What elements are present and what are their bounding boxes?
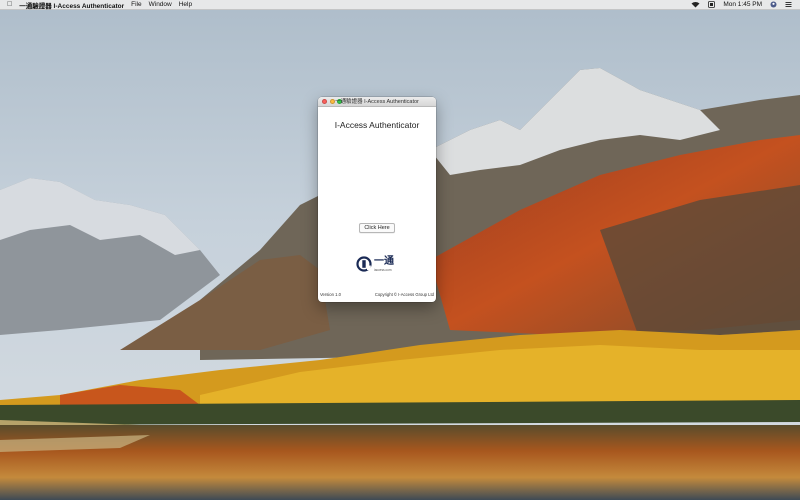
logo-mark-icon [356, 256, 372, 272]
menu-clock[interactable]: Mon 1:45 PM [723, 0, 762, 10]
apple-menu-icon[interactable]:  [7, 0, 12, 10]
close-button[interactable] [322, 99, 327, 104]
company-logo: 一通 iaccess.com [356, 255, 400, 275]
input-source-icon[interactable] [708, 1, 716, 8]
minimize-button[interactable] [329, 99, 335, 104]
app-window: 一通驗證器 I-Access Authenticator I-Access Au… [318, 97, 436, 302]
notification-center-icon[interactable] [785, 1, 792, 8]
window-footer: Version 1.0 Copyright © I-Access Group L… [320, 292, 434, 297]
menu-bar:  一通驗證器 I-Access Authenticator File Wind… [0, 0, 800, 10]
window-controls [322, 99, 345, 104]
window-titlebar[interactable]: 一通驗證器 I-Access Authenticator [318, 97, 436, 107]
menu-help[interactable]: Help [179, 0, 192, 10]
zoom-button[interactable] [337, 99, 342, 104]
click-here-button[interactable]: Click Here [359, 223, 395, 233]
menu-file[interactable]: File [131, 0, 141, 10]
wifi-icon[interactable] [691, 1, 700, 8]
menu-app-name[interactable]: 一通驗證器 I-Access Authenticator [19, 0, 124, 10]
app-heading: I-Access Authenticator [334, 120, 420, 130]
logo-url-text: iaccess.com [374, 267, 392, 272]
version-label: Version 1.0 [320, 292, 341, 297]
copyright-label: Copyright © I-Access Group Ltd [374, 292, 434, 297]
user-icon[interactable] [770, 1, 777, 8]
logo-brand-text: 一通 [374, 256, 394, 267]
menu-window[interactable]: Window [149, 0, 172, 10]
